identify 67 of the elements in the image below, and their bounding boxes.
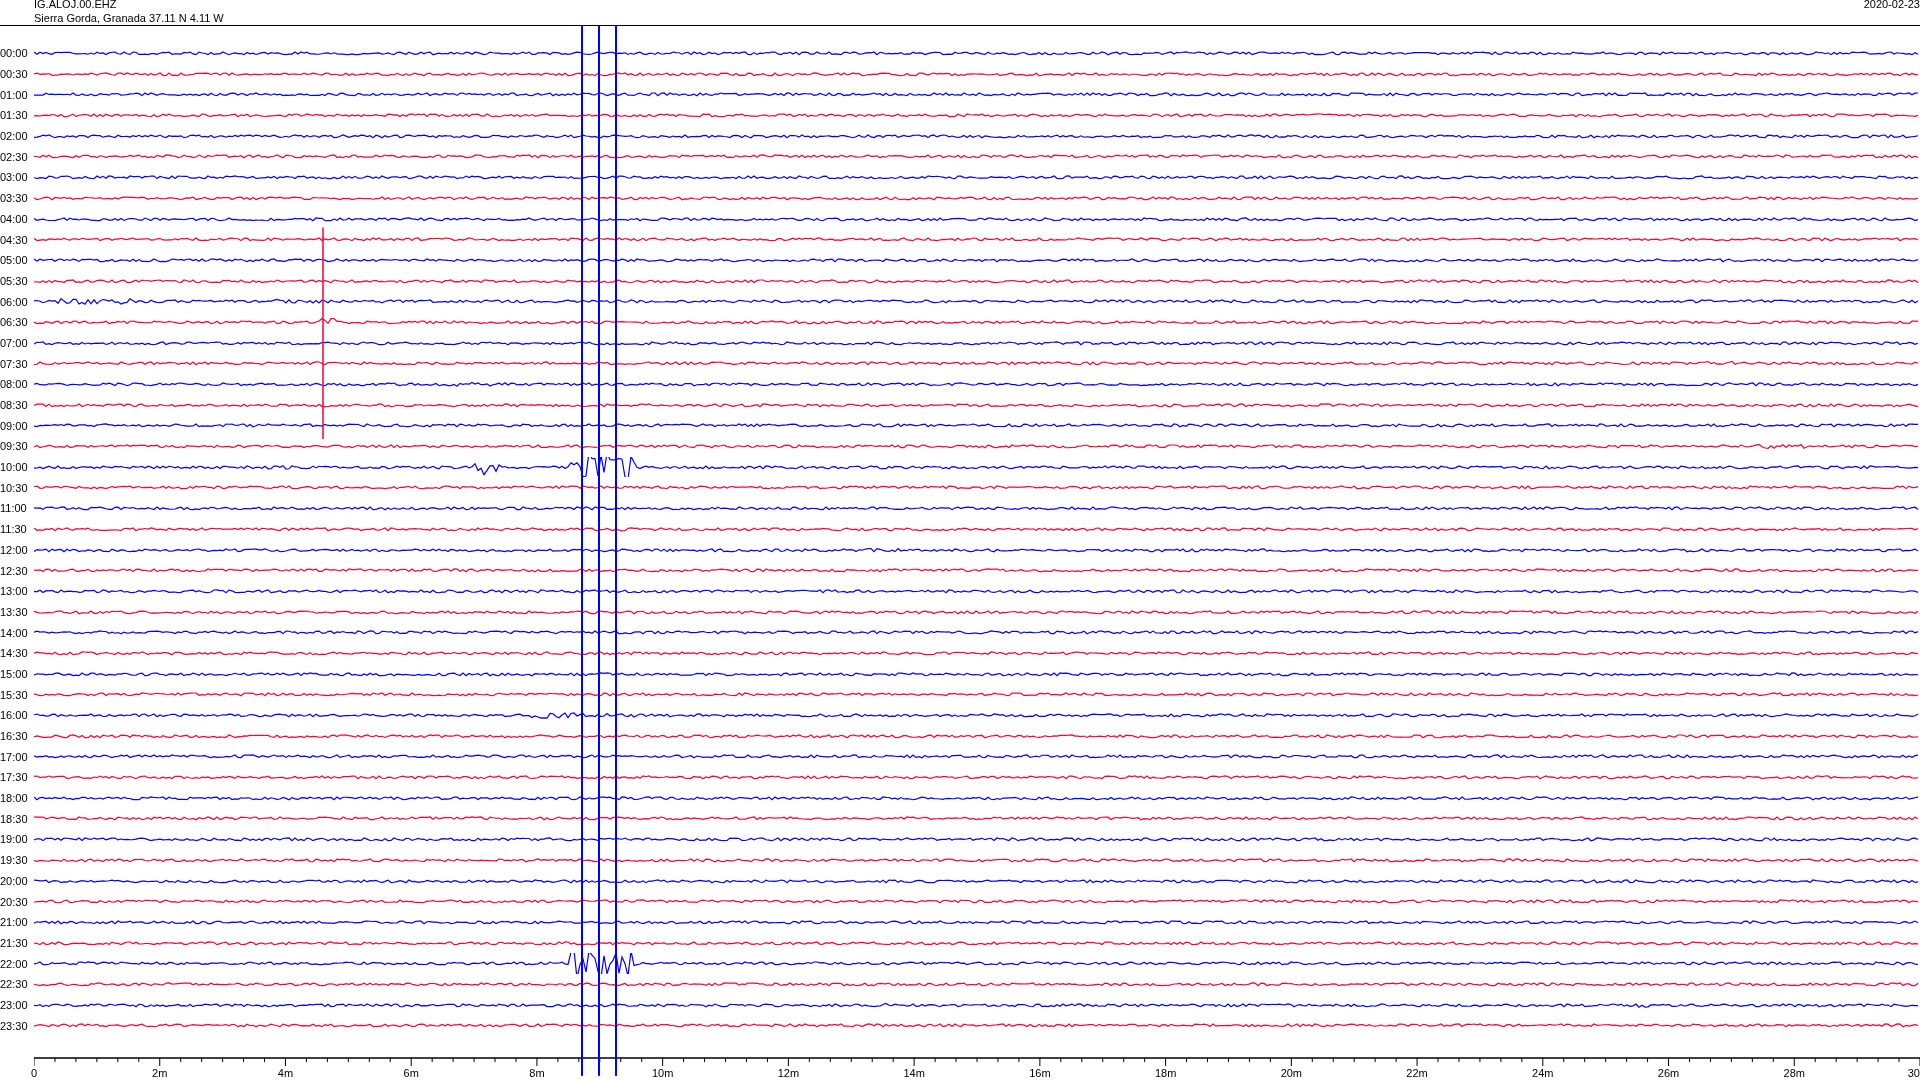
time-label: 04:30 [0, 233, 29, 246]
station-location: Sierra Gorda, Granada 37.11 N 4.11 W [34, 11, 224, 25]
time-label: 09:30 [0, 440, 29, 453]
axis-label: 18m [1154, 1067, 1177, 1080]
axis-label: 2m [152, 1067, 168, 1080]
axis-label: 28m [1783, 1067, 1805, 1080]
time-label: 02:30 [0, 150, 29, 163]
time-label: 06:00 [0, 295, 29, 308]
time-label: 02:00 [0, 130, 29, 143]
axis-label: 0 [31, 1067, 38, 1080]
time-label: 01:00 [0, 88, 29, 101]
time-label: 16:30 [0, 730, 29, 743]
time-label: 23:00 [0, 998, 29, 1011]
time-label: 03:00 [0, 171, 29, 184]
time-label: 20:00 [0, 874, 29, 887]
axis-label: 10m [651, 1067, 674, 1080]
time-label: 08:30 [0, 399, 29, 412]
time-label: 13:30 [0, 605, 29, 618]
axis-label: 4m [277, 1067, 294, 1080]
axis-label: 12m [777, 1067, 800, 1080]
time-label: 16:00 [0, 709, 29, 722]
time-label: 20:30 [0, 895, 29, 908]
time-label: 01:30 [0, 109, 29, 122]
axis-label: 26m [1657, 1067, 1680, 1080]
time-label: 10:00 [0, 461, 29, 474]
time-label: 22:30 [0, 978, 29, 991]
axis-label: 30 [1907, 1067, 1920, 1080]
axis-label: 8m [529, 1067, 545, 1080]
time-label: 17:30 [0, 771, 29, 784]
axis-label: 16m [1029, 1067, 1051, 1080]
time-label: 04:00 [0, 212, 29, 225]
time-label: 08:00 [0, 378, 29, 391]
time-label: 14:30 [0, 647, 29, 660]
station-code: IG.ALOJ.00.EHZ [34, 0, 118, 11]
time-label: 18:30 [0, 812, 29, 825]
time-label: 00:00 [0, 47, 29, 60]
time-label: 11:30 [0, 523, 28, 536]
time-label: 10:30 [0, 481, 29, 494]
time-label: 05:30 [0, 274, 29, 287]
time-label: 19:30 [0, 854, 29, 867]
time-label: 03:30 [0, 192, 29, 205]
time-label: 09:00 [0, 419, 29, 432]
time-label: 06:30 [0, 316, 29, 329]
time-label: 13:00 [0, 585, 29, 598]
time-label: 19:00 [0, 833, 29, 846]
time-label: 14:00 [0, 626, 29, 639]
time-label: 07:30 [0, 357, 29, 370]
axis-label: 24m [1532, 1067, 1554, 1080]
time-label: 07:00 [0, 336, 29, 349]
axis-label: 22m [1406, 1067, 1428, 1080]
time-label: 15:30 [0, 688, 29, 701]
time-label: 21:00 [0, 916, 29, 929]
time-label: 17:00 [0, 750, 29, 763]
axis-label: 14m [903, 1067, 925, 1080]
time-label: 00:30 [0, 68, 29, 81]
time-label: 22:00 [0, 957, 29, 970]
time-label: 12:00 [0, 543, 29, 556]
time-label: 15:00 [0, 667, 29, 680]
axis-label: 6m [403, 1067, 419, 1080]
time-label: 12:30 [0, 564, 29, 577]
time-label: 23:30 [0, 1019, 29, 1032]
time-label: 05:00 [0, 254, 29, 267]
time-label: 11:00 [0, 502, 28, 515]
time-label: 21:30 [0, 936, 29, 949]
axis-label: 20m [1280, 1067, 1303, 1080]
time-label: 18:00 [0, 792, 29, 805]
plot-date: 2020-02-23 [1863, 0, 1920, 12]
